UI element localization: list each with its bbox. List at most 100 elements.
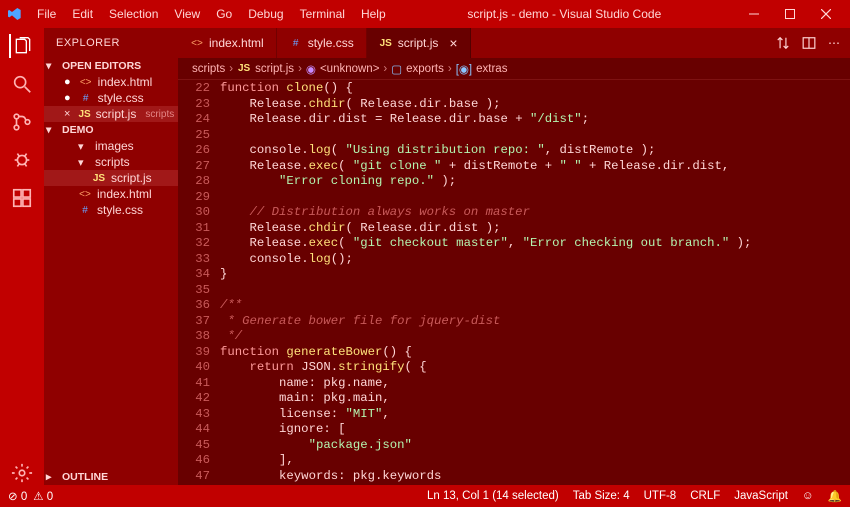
code-line[interactable]: * Generate bower file for jquery-dist xyxy=(220,314,850,330)
menu-terminal[interactable]: Terminal xyxy=(293,5,352,23)
breadcrumb-item[interactable]: exports xyxy=(406,63,444,75)
css-file-icon: # xyxy=(79,93,93,104)
line-number: 27 xyxy=(178,159,210,175)
menu-go[interactable]: Go xyxy=(209,5,239,23)
code-line[interactable]: Release.chdir( Release.dir.dist ); xyxy=(220,221,850,237)
code-line[interactable]: license: "MIT", xyxy=(220,407,850,423)
code-line[interactable]: name: pkg.name, xyxy=(220,376,850,392)
language-mode[interactable]: JavaScript xyxy=(734,490,788,502)
breadcrumb-item[interactable]: script.js xyxy=(255,63,294,75)
chevron-down-icon: ▾ xyxy=(46,60,58,72)
tab-style-css[interactable]: # style.css xyxy=(277,28,367,58)
tab-script-js[interactable]: JS script.js × xyxy=(367,28,471,58)
file-item[interactable]: # style.css xyxy=(44,202,178,218)
code-line[interactable] xyxy=(220,190,850,206)
code-line[interactable]: "package.json" xyxy=(220,438,850,454)
code-line[interactable]: main: pkg.main, xyxy=(220,391,850,407)
code-line[interactable]: "Error cloning repo." ); xyxy=(220,174,850,190)
file-item[interactable]: <> index.html xyxy=(44,186,178,202)
code-line[interactable]: Release.chdir( Release.dir.base ); xyxy=(220,97,850,113)
open-editor-item-active[interactable]: × JS script.js scripts xyxy=(44,106,178,122)
code-content[interactable]: function clone() { Release.chdir( Releas… xyxy=(220,80,850,485)
open-editor-item[interactable]: ● <> index.html xyxy=(44,74,178,90)
split-editor-icon[interactable] xyxy=(802,36,816,50)
code-line[interactable]: console.log(); xyxy=(220,252,850,268)
line-number: 25 xyxy=(178,128,210,144)
workspace-section[interactable]: ▾ DEMO xyxy=(44,122,178,138)
source-control-icon[interactable] xyxy=(10,110,34,134)
folder-item[interactable]: ▾ scripts xyxy=(44,154,178,170)
error-count: 0 xyxy=(21,491,27,503)
search-icon[interactable] xyxy=(10,72,34,96)
close-icon[interactable]: × xyxy=(64,108,70,120)
line-number: 35 xyxy=(178,283,210,299)
chevron-down-icon: ▾ xyxy=(46,124,58,136)
warnings-indicator[interactable]: ⚠ 0 xyxy=(33,489,53,503)
js-file-icon: JS xyxy=(379,38,393,49)
tab-size[interactable]: Tab Size: 4 xyxy=(573,490,630,502)
compare-icon[interactable] xyxy=(776,36,790,50)
breadcrumb-item[interactable]: scripts xyxy=(192,63,225,75)
activity-bar xyxy=(0,28,44,485)
code-line[interactable]: // Distribution always works on master xyxy=(220,205,850,221)
code-line[interactable]: Release.dir.dist = Release.dir.base + "/… xyxy=(220,112,850,128)
line-number: 28 xyxy=(178,174,210,190)
menu-selection[interactable]: Selection xyxy=(102,5,165,23)
errors-indicator[interactable]: ⊘ 0 xyxy=(8,489,27,503)
chevron-right-icon: › xyxy=(298,63,302,75)
code-line[interactable]: /** xyxy=(220,298,850,314)
css-file-icon: # xyxy=(78,205,92,216)
close-tab-icon[interactable]: × xyxy=(449,35,457,51)
code-line[interactable]: ignore: [ xyxy=(220,422,850,438)
menu-edit[interactable]: Edit xyxy=(65,5,100,23)
code-line[interactable] xyxy=(220,128,850,144)
code-line[interactable]: function clone() { xyxy=(220,81,850,97)
close-button[interactable] xyxy=(808,0,844,28)
code-line[interactable]: console.log( "Using distribution repo: "… xyxy=(220,143,850,159)
code-line[interactable]: } xyxy=(220,267,850,283)
settings-gear-icon[interactable] xyxy=(10,461,34,485)
folder-item[interactable]: ▾ images xyxy=(44,138,178,154)
menu-help[interactable]: Help xyxy=(354,5,393,23)
code-line[interactable]: ], xyxy=(220,453,850,469)
file-item-active[interactable]: JS script.js xyxy=(44,170,178,186)
open-editors-section[interactable]: ▾ OPEN EDITORS xyxy=(44,58,178,74)
explorer-icon[interactable] xyxy=(9,34,33,58)
code-editor[interactable]: 2223242526272829303132333435363738394041… xyxy=(178,80,850,485)
notifications-icon[interactable]: 🔔 xyxy=(828,489,842,503)
breadcrumb-item[interactable]: extras xyxy=(476,63,507,75)
code-line[interactable]: keywords: pkg.keywords xyxy=(220,469,850,485)
line-number: 46 xyxy=(178,453,210,469)
line-number: 44 xyxy=(178,422,210,438)
more-icon[interactable]: ⋯ xyxy=(828,36,840,50)
file-detail: scripts xyxy=(145,109,174,120)
chevron-right-icon: › xyxy=(229,63,233,75)
feedback-icon[interactable]: ☺ xyxy=(802,490,814,502)
outline-section[interactable]: ▸ OUTLINE xyxy=(44,469,178,485)
encoding[interactable]: UTF-8 xyxy=(644,490,677,502)
minimize-button[interactable] xyxy=(736,0,772,28)
extensions-icon[interactable] xyxy=(10,186,34,210)
js-file-icon: JS xyxy=(92,173,106,184)
menu-debug[interactable]: Debug xyxy=(241,5,290,23)
eol[interactable]: CRLF xyxy=(690,490,720,502)
open-editor-item[interactable]: ● # style.css xyxy=(44,90,178,106)
code-line[interactable]: */ xyxy=(220,329,850,345)
code-line[interactable] xyxy=(220,283,850,299)
line-number: 38 xyxy=(178,329,210,345)
menu-file[interactable]: File xyxy=(30,5,63,23)
maximize-button[interactable] xyxy=(772,0,808,28)
line-number: 26 xyxy=(178,143,210,159)
menu-view[interactable]: View xyxy=(167,5,207,23)
debug-icon[interactable] xyxy=(10,148,34,172)
line-number: 31 xyxy=(178,221,210,237)
code-line[interactable]: return JSON.stringify( { xyxy=(220,360,850,376)
code-line[interactable]: Release.exec( "git clone " + distRemote … xyxy=(220,159,850,175)
code-line[interactable]: function generateBower() { xyxy=(220,345,850,361)
breadcrumb-item[interactable]: <unknown> xyxy=(320,63,379,75)
code-line[interactable]: Release.exec( "git checkout master", "Er… xyxy=(220,236,850,252)
breadcrumbs[interactable]: scripts › JS script.js › ◉ <unknown> › ▢… xyxy=(178,58,850,80)
tab-index-html[interactable]: <> index.html xyxy=(178,28,277,58)
line-number: 40 xyxy=(178,360,210,376)
cursor-position[interactable]: Ln 13, Col 1 (14 selected) xyxy=(427,490,559,502)
